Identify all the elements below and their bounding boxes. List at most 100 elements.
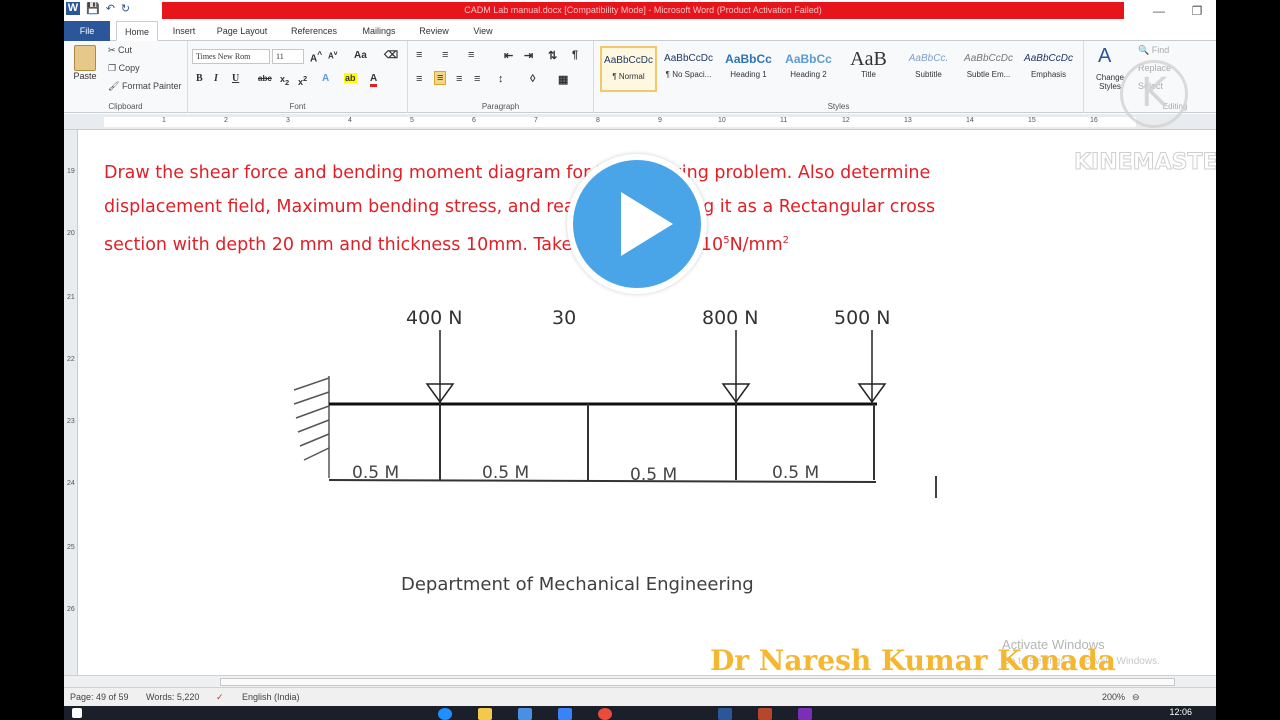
justify-icon[interactable]: ≡ <box>474 73 480 85</box>
text-effects-icon[interactable]: A <box>322 73 329 84</box>
style-label: Title <box>861 70 876 79</box>
department-footer: Department of Mechanical Engineering <box>401 574 754 595</box>
zoom-level[interactable]: 200% <box>1102 692 1125 702</box>
style-label: Subtitle <box>915 70 942 79</box>
vertical-ruler[interactable]: 19 20 21 22 23 24 25 26 <box>64 130 78 678</box>
style-label: Heading 1 <box>730 70 767 79</box>
windows-start-icon[interactable] <box>72 708 82 718</box>
language[interactable]: English (India) <box>242 692 300 702</box>
clear-formatting-icon[interactable]: ⌫ <box>384 50 398 61</box>
font-size-select[interactable]: 11 <box>272 49 304 64</box>
clock[interactable]: 12:06 <box>1169 707 1192 717</box>
align-left-icon[interactable]: ≡ <box>416 73 422 85</box>
change-case-button[interactable]: Aa <box>354 50 367 61</box>
minimize-icon[interactable]: — <box>1140 0 1178 22</box>
redo-icon[interactable]: ↻ <box>121 2 130 15</box>
tab-file[interactable]: File <box>64 21 110 41</box>
style-preview: AaBbCcDc <box>664 53 713 64</box>
paste-button[interactable]: Paste <box>70 45 100 81</box>
clipboard-group-label: Clipboard <box>108 102 143 111</box>
style-subtle-emphasis[interactable]: AaBbCcDc Subtle Em... <box>960 46 1017 92</box>
onenote-taskbar-icon[interactable] <box>798 708 812 720</box>
edge-icon[interactable] <box>438 708 452 720</box>
shrink-font-button[interactable]: Av <box>328 50 337 61</box>
bold-button[interactable]: B <box>196 73 203 84</box>
style-normal[interactable]: AaBbCcDc ¶ Normal <box>600 46 657 92</box>
restore-icon[interactable]: ❐ <box>1178 0 1216 22</box>
ruler-number: 24 <box>67 480 75 487</box>
clipboard-group: Paste ✂ Cut ❐ Copy 🖌 Format Painter Clip… <box>64 41 188 113</box>
highlight-icon[interactable]: ab <box>344 73 357 83</box>
format-painter-button[interactable]: 🖌 Format Painter <box>108 81 181 92</box>
tab-view[interactable]: View <box>466 21 500 41</box>
scrollbar-thumb[interactable] <box>220 678 1175 686</box>
play-button[interactable] <box>567 154 707 294</box>
bullets-icon[interactable]: ≡ <box>416 49 422 61</box>
style-no-spacing[interactable]: AaBbCcDc ¶ No Spaci... <box>660 46 717 92</box>
line-spacing-icon[interactable]: ↕ <box>498 73 504 85</box>
horizontal-scrollbar[interactable] <box>64 675 1216 687</box>
numbering-icon[interactable]: ≡ <box>442 49 448 61</box>
chrome-icon[interactable] <box>598 708 612 720</box>
align-center-icon[interactable]: ≡ <box>434 71 447 85</box>
load-label: 500 N <box>834 307 891 329</box>
copy-button[interactable]: ❐ Copy <box>108 63 140 74</box>
undo-icon[interactable]: ↶ <box>106 2 115 15</box>
proofing-icon[interactable]: ✓ <box>216 692 224 703</box>
style-label: Heading 2 <box>790 70 827 79</box>
page-count[interactable]: Page: 49 of 59 <box>70 692 129 702</box>
pilcrow-icon[interactable]: ¶ <box>572 49 578 61</box>
taskbar: 12:06 <box>64 706 1216 720</box>
align-right-icon[interactable]: ≡ <box>456 73 462 85</box>
ruler-number: 25 <box>67 544 75 551</box>
ruler-number: 11 <box>780 117 788 124</box>
style-subtitle[interactable]: AaBbCc. Subtitle <box>900 46 957 92</box>
word-count[interactable]: Words: 5,220 <box>146 692 199 702</box>
format-painter-label: Format Painter <box>121 81 182 91</box>
horizontal-ruler[interactable]: 1 2 3 4 5 6 7 8 9 10 11 12 13 14 15 16 <box>64 114 1216 130</box>
zoom-out-icon[interactable]: ⊖ <box>1132 692 1140 703</box>
tab-page-layout[interactable]: Page Layout <box>212 21 272 41</box>
tab-mailings[interactable]: Mailings <box>356 21 402 41</box>
shading-icon[interactable]: ◊ <box>530 73 535 85</box>
find-button[interactable]: 🔍 Find <box>1138 45 1169 56</box>
ribbon-tabs: File Home Insert Page Layout References … <box>64 21 1216 41</box>
span-label: 0.5 M <box>630 465 677 485</box>
powerpoint-taskbar-icon[interactable] <box>758 708 772 720</box>
superscript-button[interactable]: x2 <box>298 74 307 87</box>
borders-icon[interactable]: ▦ <box>558 73 568 86</box>
tab-insert[interactable]: Insert <box>164 21 204 41</box>
tab-review[interactable]: Review <box>416 21 452 41</box>
cut-button[interactable]: ✂ Cut <box>108 45 132 56</box>
sort-icon[interactable]: ⇅ <box>548 49 557 62</box>
decrease-indent-icon[interactable]: ⇤ <box>504 49 513 62</box>
ribbon: Paste ✂ Cut ❐ Copy 🖌 Format Painter Clip… <box>64 41 1216 113</box>
tab-home[interactable]: Home <box>116 21 158 41</box>
font-color-icon[interactable]: A <box>370 73 378 87</box>
mail-icon[interactable] <box>558 708 572 720</box>
style-heading-1[interactable]: AaBbCc Heading 1 <box>720 46 777 92</box>
file-explorer-icon[interactable] <box>478 708 492 720</box>
find-label: Find <box>1151 45 1170 55</box>
style-emphasis[interactable]: AaBbCcDc Emphasis <box>1020 46 1077 92</box>
tab-references[interactable]: References <box>286 21 342 41</box>
word-taskbar-icon[interactable] <box>718 708 732 720</box>
underline-button[interactable]: U <box>232 73 239 84</box>
save-icon[interactable]: 💾 <box>86 2 100 15</box>
cut-label: Cut <box>118 45 133 55</box>
title-bar: W 💾 ↶ ↻ CADM Lab manual.docx [Compatibil… <box>64 0 1216 22</box>
style-preview: AaBbCc. <box>908 53 949 64</box>
subscript-button[interactable]: x2 <box>280 74 289 87</box>
grow-font-button[interactable]: A^ <box>310 49 322 64</box>
multilevel-list-icon[interactable]: ≡ <box>468 49 474 61</box>
style-title[interactable]: AaB Title <box>840 46 897 92</box>
ruler-number: 7 <box>534 117 538 124</box>
ruler-number: 19 <box>67 168 75 175</box>
style-heading-2[interactable]: AaBbCc Heading 2 <box>780 46 837 92</box>
italic-button[interactable]: I <box>214 73 218 84</box>
strikethrough-button[interactable]: abc <box>258 74 272 83</box>
font-family-select[interactable]: Times New Rom <box>192 49 270 64</box>
store-icon[interactable] <box>518 708 532 720</box>
increase-indent-icon[interactable]: ⇥ <box>524 49 533 62</box>
ruler-number: 14 <box>966 117 974 124</box>
